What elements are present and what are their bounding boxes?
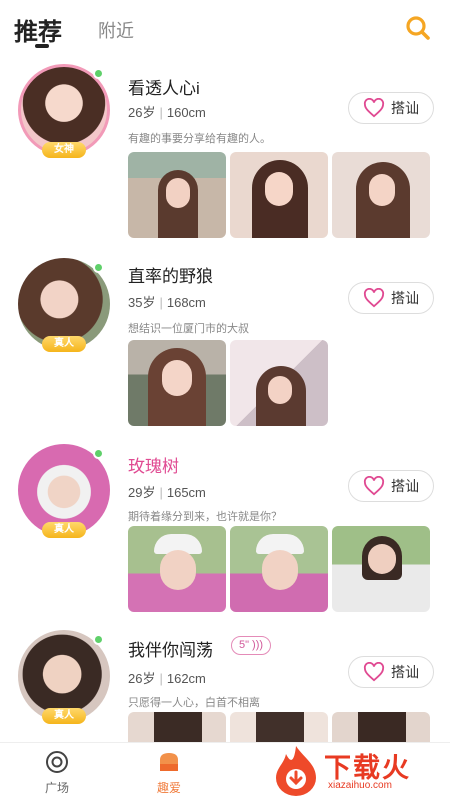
user-age: 26岁 bbox=[128, 105, 156, 120]
interest-icon bbox=[160, 753, 178, 771]
flame-logo-icon bbox=[276, 746, 316, 796]
gallery-photo[interactable] bbox=[128, 712, 226, 742]
user-bio: 有趣的事要分享给有趣的人。 bbox=[128, 133, 271, 145]
heart-icon bbox=[363, 288, 385, 308]
user-bio: 想结识一位厦门市的大叔 bbox=[128, 323, 249, 335]
gallery-photo[interactable] bbox=[230, 152, 328, 238]
online-status-dot bbox=[93, 68, 104, 79]
online-status-dot bbox=[93, 448, 104, 459]
avatar[interactable]: 女神 bbox=[18, 64, 110, 158]
heart-icon bbox=[363, 98, 385, 118]
chat-button-label: 搭讪 bbox=[391, 290, 419, 306]
chat-button[interactable]: 搭讪 bbox=[348, 92, 434, 124]
user-feed[interactable]: 女神 看透人心i 26岁 | 160cm 搭讪 有趣的事要分享给有趣的人。 真人 直… bbox=[0, 56, 450, 742]
tab-nearby[interactable]: 附近 bbox=[98, 17, 134, 43]
photo-gallery bbox=[128, 152, 430, 238]
user-age: 26岁 bbox=[128, 671, 156, 686]
online-status-dot bbox=[93, 262, 104, 273]
photo-gallery bbox=[128, 526, 430, 612]
watermark: 下载火 xiazaihuo.com bbox=[266, 740, 450, 800]
nav-item-interest[interactable]: 趣爱 bbox=[124, 743, 214, 800]
user-height: 160cm bbox=[166, 105, 206, 120]
user-bio: 只愿得一人心，白首不相离 bbox=[128, 697, 260, 709]
user-age: 29岁 bbox=[128, 485, 156, 500]
watermark-url: xiazaihuo.com bbox=[328, 780, 392, 791]
verified-badge: 真人 bbox=[42, 708, 86, 724]
chat-button[interactable]: 搭讪 bbox=[348, 656, 434, 688]
chat-button-label: 搭讪 bbox=[391, 664, 419, 680]
avatar[interactable]: 真人 bbox=[18, 444, 110, 538]
gallery-photo[interactable] bbox=[230, 712, 328, 742]
gallery-photo[interactable] bbox=[230, 340, 328, 426]
nav-label-interest: 趣爱 bbox=[156, 781, 181, 795]
nav-item-plaza[interactable]: 广场 bbox=[12, 743, 102, 800]
photo-gallery bbox=[128, 712, 430, 742]
online-status-dot bbox=[93, 634, 104, 645]
target-icon bbox=[46, 751, 68, 773]
photo-gallery bbox=[128, 340, 328, 426]
user-card[interactable]: 女神 看透人心i 26岁 | 160cm 搭讪 有趣的事要分享给有趣的人。 bbox=[0, 56, 450, 252]
gallery-photo[interactable] bbox=[332, 152, 430, 238]
chat-button-label: 搭讪 bbox=[391, 478, 419, 494]
avatar[interactable]: 真人 bbox=[18, 630, 110, 724]
user-height: 168cm bbox=[166, 295, 206, 310]
nav-label-plaza: 广场 bbox=[44, 781, 69, 795]
tab-recommended[interactable]: 推荐 bbox=[14, 12, 62, 47]
user-card[interactable]: 真人 直率的野狼 35岁 | 168cm 搭讪 想结识一位厦门市的大叔 bbox=[0, 254, 450, 430]
chat-button[interactable]: 搭讪 bbox=[348, 470, 434, 502]
user-name[interactable]: 看透人心i bbox=[128, 74, 200, 99]
gallery-photo[interactable] bbox=[128, 152, 226, 238]
user-name[interactable]: 玫瑰树 bbox=[128, 452, 179, 477]
user-age-height: 26岁 | 160cm bbox=[128, 102, 206, 121]
user-height: 165cm bbox=[166, 485, 206, 500]
user-name[interactable]: 我伴你闯荡 bbox=[128, 636, 213, 661]
user-card[interactable]: 真人 我伴你闯荡 5" ))) 26岁 | 162cm 搭讪 只愿得一人心，白首不相… bbox=[0, 626, 450, 742]
gallery-photo[interactable] bbox=[332, 712, 430, 742]
voice-duration: 5" bbox=[238, 639, 249, 651]
gallery-photo[interactable] bbox=[128, 340, 226, 426]
user-name[interactable]: 直率的野狼 bbox=[128, 262, 213, 287]
meta-separator: | bbox=[159, 485, 163, 500]
gallery-photo[interactable] bbox=[230, 526, 328, 612]
user-age-height: 35岁 | 168cm bbox=[128, 292, 206, 311]
user-age: 35岁 bbox=[128, 295, 156, 310]
voice-intro-button[interactable]: 5" ))) bbox=[231, 636, 271, 655]
user-height: 162cm bbox=[166, 671, 206, 686]
heart-icon bbox=[363, 662, 385, 682]
user-age-height: 26岁 | 162cm bbox=[128, 668, 206, 687]
meta-separator: | bbox=[159, 105, 163, 120]
search-icon[interactable] bbox=[404, 14, 432, 42]
chat-button[interactable]: 搭讪 bbox=[348, 282, 434, 314]
user-bio: 期待着缘分到来，也许就是你？ bbox=[128, 511, 282, 523]
goddess-badge: 女神 bbox=[42, 142, 86, 158]
gallery-photo[interactable] bbox=[332, 526, 430, 612]
top-bar: 推荐 附近 bbox=[0, 0, 450, 56]
meta-separator: | bbox=[159, 671, 163, 686]
avatar[interactable]: 真人 bbox=[18, 258, 110, 352]
verified-badge: 真人 bbox=[42, 522, 86, 538]
meta-separator: | bbox=[159, 295, 163, 310]
user-card[interactable]: 真人 玫瑰树 29岁 | 165cm 搭讪 期待着缘分到来，也许就是你？ bbox=[0, 440, 450, 616]
user-age-height: 29岁 | 165cm bbox=[128, 482, 206, 501]
gallery-photo[interactable] bbox=[128, 526, 226, 612]
verified-badge: 真人 bbox=[42, 336, 86, 352]
tab-indicator bbox=[35, 44, 49, 48]
chat-button-label: 搭讪 bbox=[391, 100, 419, 116]
heart-icon bbox=[363, 476, 385, 496]
audio-wave-icon: ))) bbox=[252, 639, 264, 651]
